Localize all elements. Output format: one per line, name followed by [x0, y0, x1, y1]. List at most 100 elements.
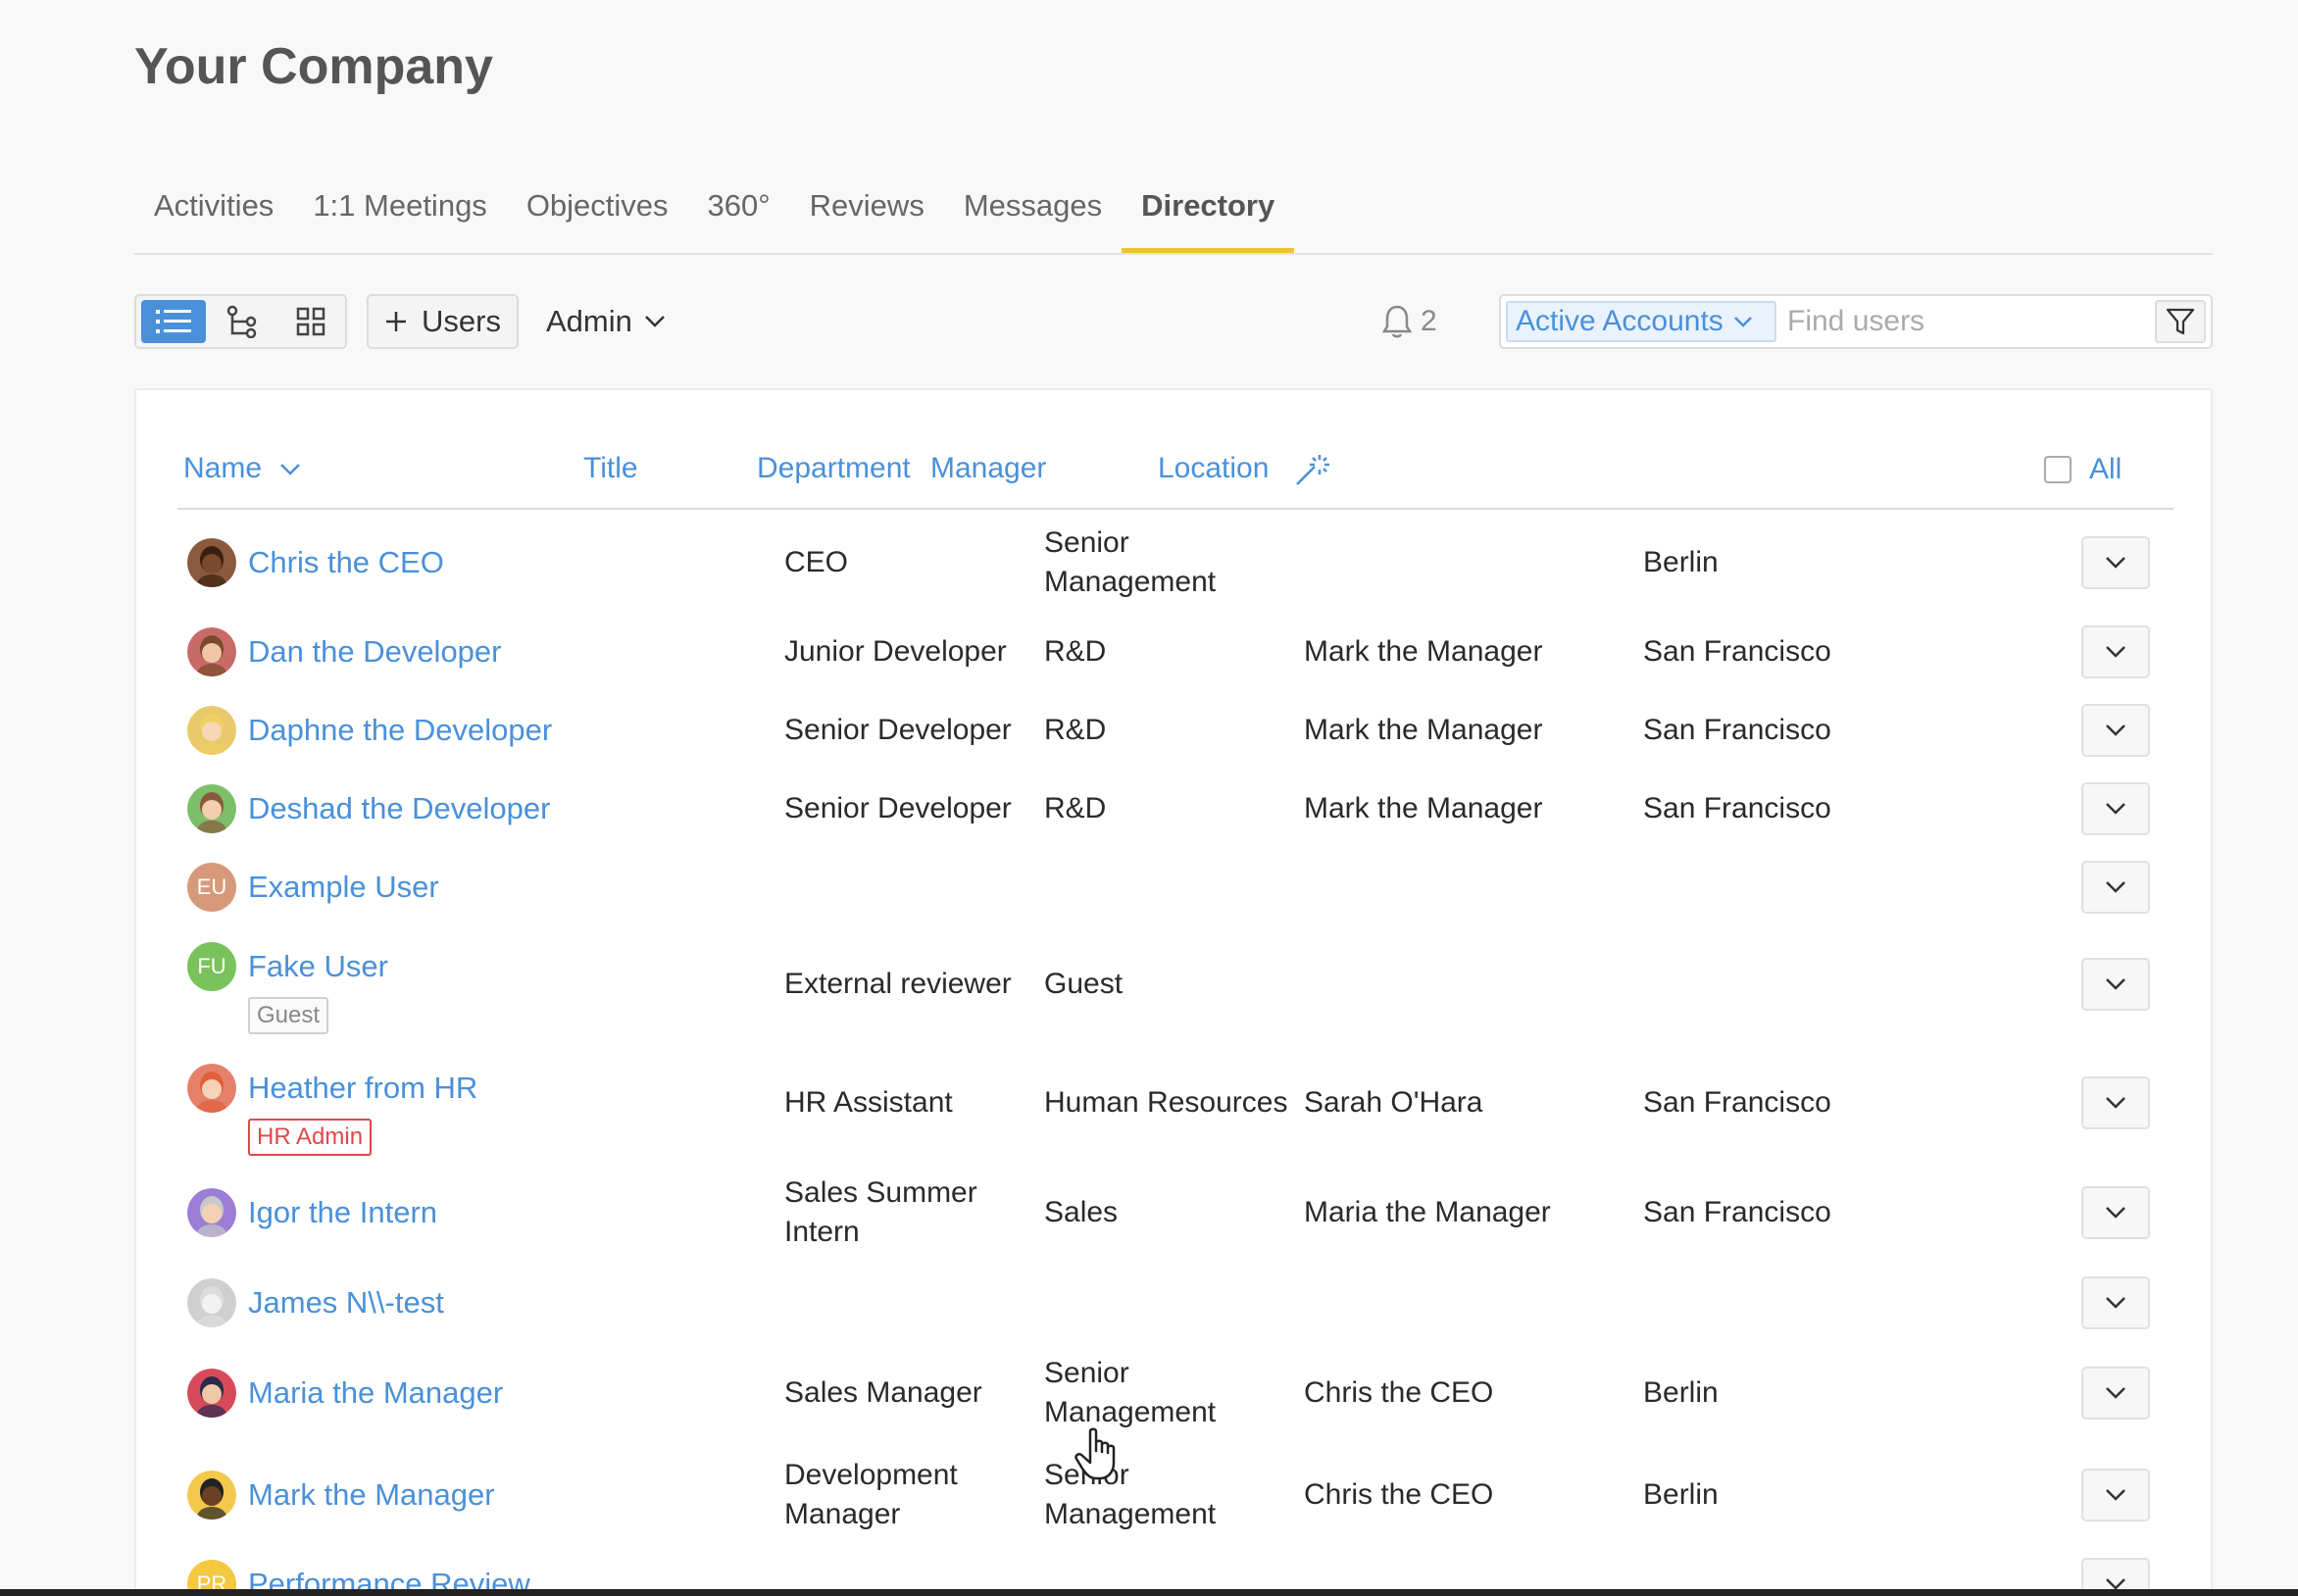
avatar[interactable] — [187, 1471, 236, 1520]
avatar[interactable]: FU — [187, 942, 236, 991]
grid-view-button[interactable] — [278, 300, 343, 343]
user-name-link[interactable]: Chris the CEO — [248, 545, 444, 580]
avatar[interactable] — [187, 1369, 236, 1418]
manager-cell: Maria the Manager — [1304, 1196, 1551, 1228]
org-tree-icon — [226, 305, 257, 338]
title-cell: Senior Developer — [784, 792, 1012, 824]
location-column-header[interactable]: Location — [1158, 429, 1330, 508]
screen-bottom-edge — [0, 1589, 2298, 1596]
magic-wand-icon[interactable] — [1293, 451, 1330, 488]
chevron-down-icon — [2106, 724, 2125, 736]
row-actions-button[interactable] — [2081, 782, 2150, 835]
company-title: Your Company — [134, 38, 493, 95]
avatar[interactable] — [187, 538, 236, 587]
admin-label: Admin — [546, 304, 632, 338]
department-cell: Senior Management — [1044, 526, 1217, 598]
notifications-button[interactable]: 2 — [1381, 294, 1437, 349]
user-name-link[interactable]: James N\\-test — [248, 1285, 444, 1321]
title-column-header[interactable]: Title — [583, 429, 638, 508]
row-actions-button[interactable] — [2081, 1186, 2150, 1239]
name-header-label: Name — [183, 452, 263, 484]
toolbar: Users Admin 2 Active Accounts — [134, 294, 2213, 349]
title-cell: Development Manager — [784, 1459, 958, 1530]
chevron-down-icon — [2106, 1297, 2125, 1309]
select-all-label: All — [2089, 453, 2123, 485]
hand-cursor-icon — [1074, 1427, 1116, 1480]
user-name-line: Igor the Intern — [187, 1188, 437, 1237]
view-switcher — [134, 294, 347, 349]
manager-column-header[interactable]: Manager — [930, 429, 1046, 508]
chevron-down-icon — [2106, 557, 2125, 569]
admin-dropdown[interactable]: Admin — [546, 294, 666, 349]
filter-button[interactable] — [2155, 300, 2206, 343]
row-actions-button[interactable] — [2081, 1367, 2150, 1420]
department-column-header[interactable]: Department — [757, 429, 911, 508]
main-tabs: Activities 1:1 Meetings Objectives 360° Revi… — [134, 176, 2213, 255]
row-actions-button[interactable] — [2081, 861, 2150, 914]
manager-cell: Mark the Manager — [1304, 714, 1543, 746]
tab-1-1-meetings[interactable]: 1:1 Meetings — [293, 176, 507, 253]
plus-icon — [386, 312, 407, 331]
department-cell: R&D — [1044, 792, 1107, 824]
location-cell: San Francisco — [1643, 792, 1831, 824]
user-name-link[interactable]: Igor the Intern — [248, 1195, 437, 1230]
location-header-label: Location — [1158, 452, 1270, 484]
user-name-line: Maria the Manager — [187, 1369, 503, 1418]
list-view-button[interactable] — [141, 300, 206, 343]
avatar[interactable] — [187, 1064, 236, 1113]
row-actions-button[interactable] — [2081, 1276, 2150, 1329]
department-cell: Guest — [1044, 968, 1124, 1000]
user-name-link[interactable]: Deshad the Developer — [248, 791, 550, 826]
funnel-icon — [2166, 308, 2195, 335]
avatar[interactable] — [187, 627, 236, 676]
tab-360[interactable]: 360° — [688, 176, 790, 253]
org-tree-view-button[interactable] — [210, 300, 275, 343]
row-actions-button[interactable] — [2081, 1076, 2150, 1129]
manager-cell: Sarah O'Hara — [1304, 1086, 1483, 1119]
chevron-down-icon — [2106, 881, 2125, 893]
bell-icon — [1381, 305, 1413, 338]
account-filter-select[interactable]: Active Accounts — [1506, 301, 1776, 342]
location-cell: Berlin — [1643, 1376, 1719, 1409]
row-actions-button[interactable] — [2081, 625, 2150, 678]
avatar[interactable] — [187, 784, 236, 833]
add-users-button[interactable]: Users — [367, 294, 519, 349]
user-name-link[interactable]: Daphne the Developer — [248, 713, 552, 748]
tab-reviews[interactable]: Reviews — [790, 176, 944, 253]
sort-chevron-icon — [280, 464, 301, 475]
select-all[interactable]: All — [2044, 453, 2122, 486]
department-cell: Sales — [1044, 1196, 1119, 1228]
user-name-link[interactable]: Heather from HR — [248, 1071, 477, 1106]
manager-cell: Mark the Manager — [1304, 792, 1543, 824]
account-filter-label: Active Accounts — [1516, 305, 1724, 337]
user-name-link[interactable]: Fake User — [248, 949, 388, 984]
tab-activities[interactable]: Activities — [134, 176, 293, 253]
tab-objectives[interactable]: Objectives — [507, 176, 688, 253]
find-users-input[interactable] — [1787, 300, 2140, 343]
location-cell: San Francisco — [1643, 635, 1831, 668]
avatar[interactable] — [187, 706, 236, 755]
title-cell: CEO — [784, 546, 849, 578]
tab-directory[interactable]: Directory — [1122, 176, 1295, 253]
user-name-link[interactable]: Dan the Developer — [248, 634, 502, 670]
row-actions-button[interactable] — [2081, 536, 2150, 589]
avatar[interactable]: EU — [187, 863, 236, 912]
user-name-link[interactable]: Example User — [248, 870, 439, 905]
row-actions-button[interactable] — [2081, 958, 2150, 1011]
user-name-cell: James N\\-test — [187, 1278, 444, 1327]
add-users-label: Users — [422, 304, 501, 338]
tab-messages[interactable]: Messages — [944, 176, 1122, 253]
avatar[interactable] — [187, 1188, 236, 1237]
name-column-header[interactable]: Name — [183, 429, 301, 508]
avatar-initials: EU — [196, 874, 227, 899]
avatar[interactable] — [187, 1278, 236, 1327]
row-actions-button[interactable] — [2081, 704, 2150, 757]
guest-badge: Guest — [248, 997, 329, 1034]
user-name-line: Deshad the Developer — [187, 784, 550, 833]
list-icon — [156, 310, 191, 333]
row-actions-button[interactable] — [2081, 1469, 2150, 1521]
select-all-checkbox[interactable] — [2044, 456, 2072, 483]
user-name-link[interactable]: Mark the Manager — [248, 1477, 495, 1513]
user-name-link[interactable]: Maria the Manager — [248, 1375, 503, 1411]
department-cell: R&D — [1044, 635, 1107, 668]
